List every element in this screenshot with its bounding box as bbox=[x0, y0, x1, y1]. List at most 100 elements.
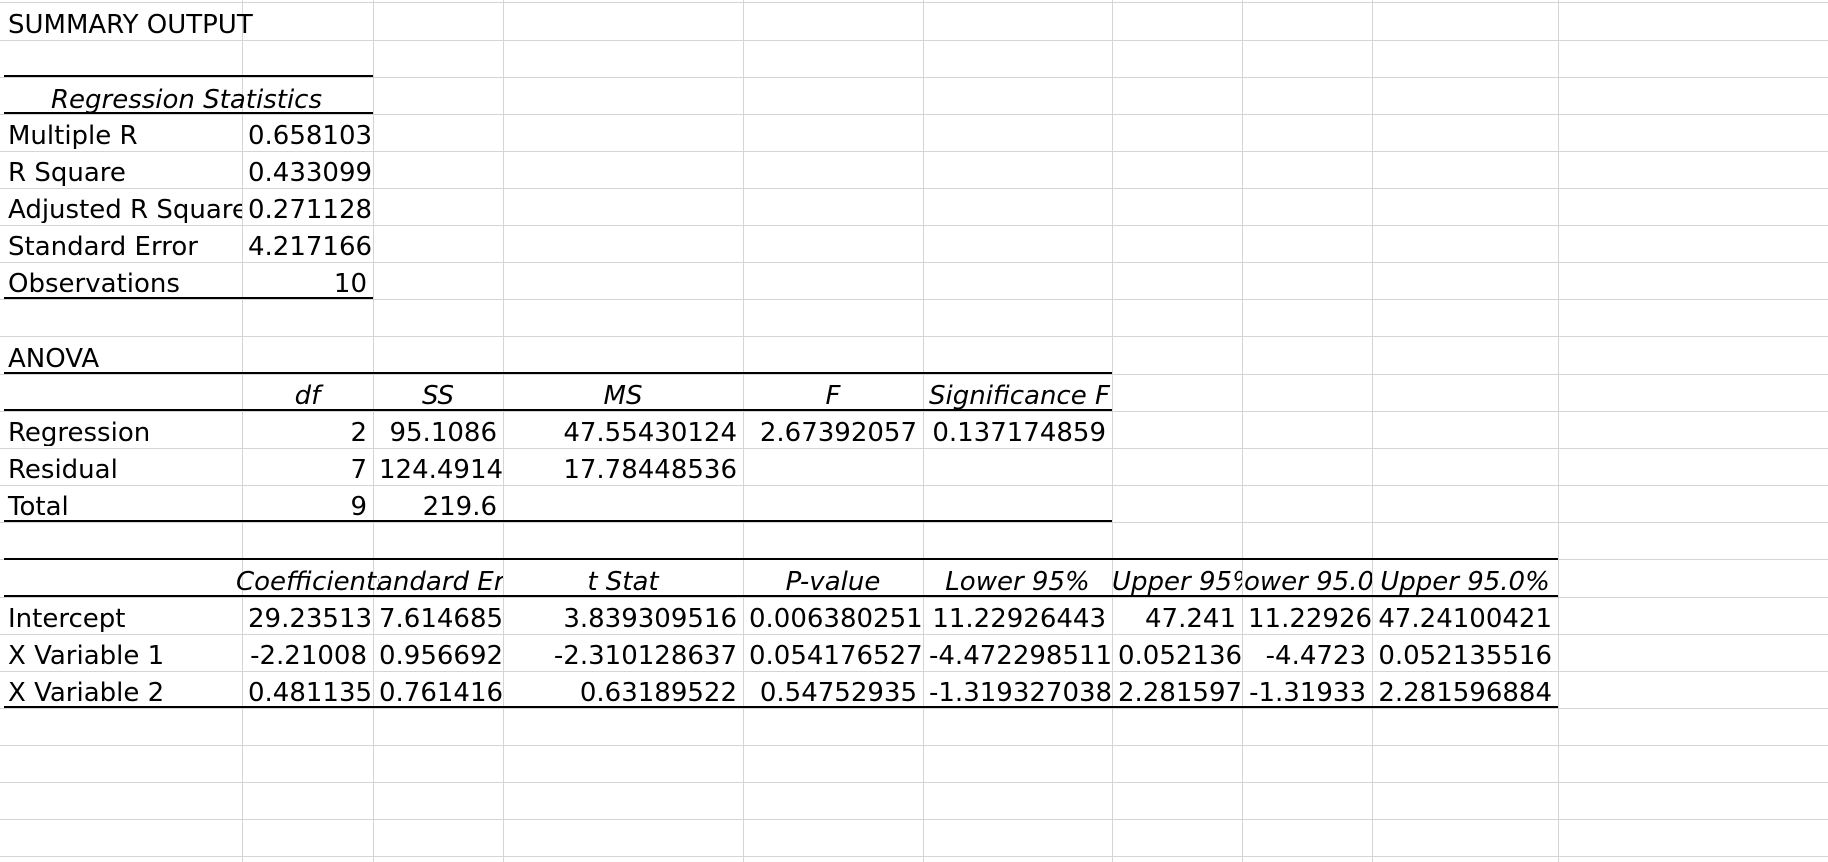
gridline-row bbox=[0, 374, 1828, 375]
gridline-row bbox=[0, 299, 1828, 300]
coef-cell[interactable]: 0.956692 bbox=[373, 643, 503, 669]
regstats-label[interactable]: Multiple R bbox=[2, 123, 242, 149]
gridline-row bbox=[0, 522, 1828, 523]
coef-cell[interactable]: 0.054176527 bbox=[743, 643, 923, 669]
anova-cell[interactable]: 47.55430124 bbox=[503, 420, 743, 446]
coef-header-t-stat[interactable]: t Stat bbox=[503, 569, 743, 595]
anova-cell[interactable]: 7 bbox=[242, 457, 373, 483]
gridline-row bbox=[0, 745, 1828, 746]
coef-cell[interactable]: -1.319327038 bbox=[923, 680, 1112, 706]
coef-header-lower-95-0[interactable]: ower 95.0% bbox=[1242, 569, 1372, 595]
gridline-col bbox=[1558, 0, 1559, 862]
coef-header-upper-95-0[interactable]: Upper 95.0% bbox=[1372, 569, 1558, 595]
gridline-row bbox=[0, 708, 1828, 709]
coef-cell[interactable]: 0.761416 bbox=[373, 680, 503, 706]
gridline-row bbox=[0, 2, 1828, 3]
gridline-row bbox=[0, 114, 1828, 115]
anova-cell[interactable]: 95.1086 bbox=[373, 420, 503, 446]
regstats-header[interactable]: Regression Statistics bbox=[0, 87, 373, 113]
gridline-col bbox=[1242, 0, 1243, 862]
coef-cell[interactable]: -2.21008 bbox=[242, 643, 373, 669]
anova-cell[interactable]: 2 bbox=[242, 420, 373, 446]
anova-cell[interactable]: 9 bbox=[242, 494, 373, 520]
coef-row-label[interactable]: X Variable 2 bbox=[2, 680, 242, 706]
gridline-row bbox=[0, 448, 1828, 449]
coef-cell[interactable]: -2.310128637 bbox=[503, 643, 743, 669]
anova-header-ss[interactable]: SS bbox=[373, 383, 503, 409]
coef-header-rule bbox=[4, 595, 1558, 597]
gridline-row bbox=[0, 188, 1828, 189]
anova-cell[interactable]: 2.67392057 bbox=[743, 420, 923, 446]
spreadsheet-grid[interactable]: SUMMARY OUTPUT Regression Statistics Mul… bbox=[0, 0, 1828, 862]
regstats-value[interactable]: 0.271128 bbox=[242, 197, 373, 223]
anova-row-label[interactable]: Regression bbox=[2, 420, 242, 446]
anova-header-df[interactable]: df bbox=[242, 383, 373, 409]
gridline-row bbox=[0, 336, 1828, 337]
coef-cell[interactable]: 0.54752935 bbox=[743, 680, 923, 706]
anova-row-label[interactable]: Total bbox=[2, 494, 242, 520]
coef-header-upper-95[interactable]: Upper 95% bbox=[1112, 569, 1242, 595]
gridline-row bbox=[0, 262, 1828, 263]
coef-cell[interactable]: 2.281596884 bbox=[1372, 680, 1558, 706]
gridline-row bbox=[0, 225, 1828, 226]
coef-cell[interactable]: 47.241 bbox=[1112, 606, 1242, 632]
anova-title[interactable]: ANOVA bbox=[2, 346, 242, 372]
coef-cell[interactable]: -4.4723 bbox=[1242, 643, 1372, 669]
gridline-row bbox=[0, 411, 1828, 412]
regstats-label[interactable]: Standard Error bbox=[2, 234, 242, 260]
regstats-top-rule bbox=[4, 75, 373, 77]
anova-bottom-rule bbox=[4, 520, 1112, 522]
regstats-value[interactable]: 0.433099 bbox=[242, 160, 373, 186]
coef-row-label[interactable]: X Variable 1 bbox=[2, 643, 242, 669]
regstats-bottom-rule bbox=[4, 297, 373, 299]
coef-cell[interactable]: 47.24100421 bbox=[1372, 606, 1558, 632]
gridline-row bbox=[0, 485, 1828, 486]
coef-cell[interactable]: -1.31933 bbox=[1242, 680, 1372, 706]
coef-cell[interactable]: 0.006380251 bbox=[743, 606, 923, 632]
regstats-value[interactable]: 4.217166 bbox=[242, 234, 373, 260]
coef-row-label[interactable]: Intercept bbox=[2, 606, 242, 632]
anova-row-label[interactable]: Residual bbox=[2, 457, 242, 483]
gridline-row bbox=[0, 634, 1828, 635]
coef-bottom-rule bbox=[4, 706, 1558, 708]
coef-header-standard-error[interactable]: andard Erro bbox=[373, 569, 503, 595]
coef-cell[interactable]: 0.052136 bbox=[1112, 643, 1242, 669]
coef-cell[interactable]: 7.614685 bbox=[373, 606, 503, 632]
anova-header-ms[interactable]: MS bbox=[503, 383, 743, 409]
coef-cell[interactable]: 2.281597 bbox=[1112, 680, 1242, 706]
coef-header-p-value[interactable]: P-value bbox=[743, 569, 923, 595]
coef-header-lower-95[interactable]: Lower 95% bbox=[923, 569, 1112, 595]
gridline-row bbox=[0, 856, 1828, 857]
gridline-row bbox=[0, 782, 1828, 783]
coef-cell[interactable]: 11.22926443 bbox=[923, 606, 1112, 632]
gridline-row bbox=[0, 597, 1828, 598]
gridline-row bbox=[0, 671, 1828, 672]
regstats-label[interactable]: R Square bbox=[2, 160, 242, 186]
anova-cell[interactable]: 0.137174859 bbox=[923, 420, 1112, 446]
anova-cell[interactable]: 219.6 bbox=[373, 494, 503, 520]
anova-header-significance-f[interactable]: Significance F bbox=[923, 383, 1112, 409]
coef-cell[interactable]: 29.23513 bbox=[242, 606, 373, 632]
coef-cell[interactable]: 0.481135 bbox=[242, 680, 373, 706]
gridline-row bbox=[0, 40, 1828, 41]
gridline-row bbox=[0, 151, 1828, 152]
summary-title[interactable]: SUMMARY OUTPUT bbox=[2, 12, 522, 38]
regstats-label[interactable]: Observations bbox=[2, 271, 242, 297]
gridline-col bbox=[1372, 0, 1373, 862]
anova-cell[interactable]: 124.4914 bbox=[373, 457, 503, 483]
coef-cell[interactable]: 3.839309516 bbox=[503, 606, 743, 632]
anova-header-rule bbox=[4, 409, 1112, 411]
regstats-value[interactable]: 10 bbox=[242, 271, 373, 297]
gridline-col bbox=[1112, 0, 1113, 862]
anova-cell[interactable]: 17.78448536 bbox=[503, 457, 743, 483]
coef-cell[interactable]: 11.22926 bbox=[1242, 606, 1372, 632]
coef-cell[interactable]: 0.63189522 bbox=[503, 680, 743, 706]
anova-top-rule bbox=[4, 372, 1112, 374]
coef-cell[interactable]: 0.052135516 bbox=[1372, 643, 1558, 669]
coef-header-coefficients[interactable]: Coefficients bbox=[236, 569, 379, 595]
coef-cell[interactable]: -4.472298511 bbox=[923, 643, 1112, 669]
anova-header-f[interactable]: F bbox=[743, 383, 923, 409]
gridline-row bbox=[0, 77, 1828, 78]
regstats-label[interactable]: Adjusted R Square bbox=[2, 197, 242, 223]
regstats-value[interactable]: 0.658103 bbox=[242, 123, 373, 149]
